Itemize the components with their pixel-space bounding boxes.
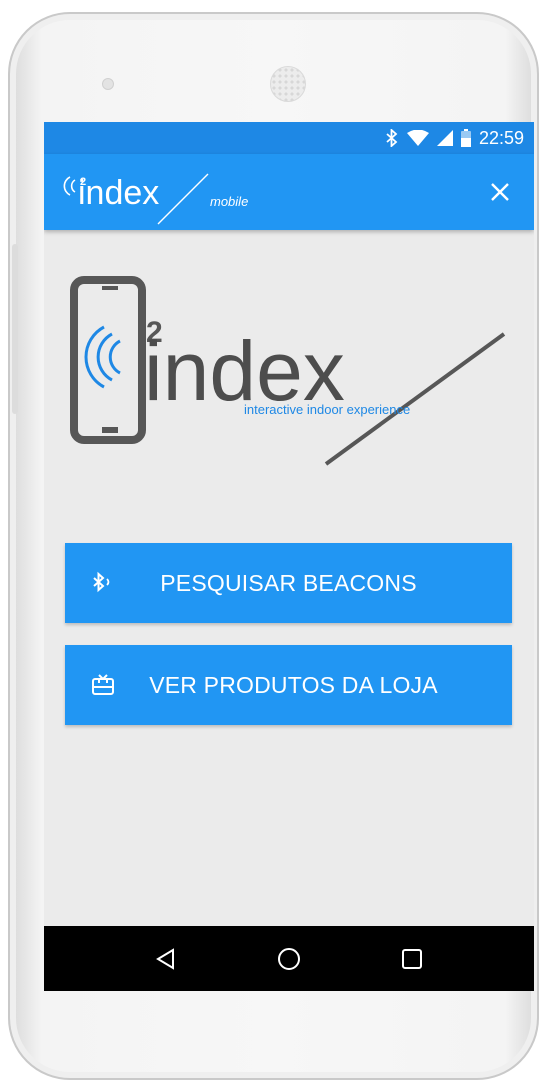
app-logo: 2 index mobile (58, 162, 288, 231)
nav-back-button[interactable] (146, 939, 186, 979)
bluetooth-searching-icon (91, 571, 115, 595)
search-beacons-button[interactable]: PESQUISAR BEACONS (65, 543, 512, 623)
nav-recents-button[interactable] (392, 939, 432, 979)
system-nav-bar (44, 926, 534, 991)
back-icon (155, 947, 174, 970)
close-button[interactable] (484, 176, 516, 208)
gift-card-icon (91, 673, 115, 697)
screen: 22:59 2 index mobile 2 index interactive… (44, 122, 534, 991)
wifi-icon (406, 130, 429, 146)
view-store-products-button[interactable]: VER PRODUTOS DA LOJA (65, 645, 512, 725)
status-time: 22:59 (478, 127, 524, 148)
front-camera (102, 78, 114, 90)
index-logo: 2 index interactive indoor experience (64, 272, 514, 477)
volume-button (12, 244, 18, 414)
close-icon (491, 183, 509, 201)
app-logo-text: index (78, 174, 159, 212)
home-icon (277, 947, 300, 970)
status-bar: 22:59 (44, 122, 534, 154)
earpiece-speaker (270, 66, 306, 102)
battery-icon (460, 129, 471, 147)
view-store-products-label: VER PRODUTOS DA LOJA (149, 671, 438, 698)
search-beacons-label: PESQUISAR BEACONS (160, 569, 417, 596)
app-bar: 2 index mobile (44, 154, 534, 230)
app-logo-sub: mobile (210, 194, 248, 209)
logo-tagline: interactive indoor experience (244, 402, 410, 417)
bluetooth-icon (385, 129, 399, 147)
signal-icon (436, 130, 453, 146)
phone-frame: 22:59 2 index mobile 2 index interactive… (8, 12, 539, 1080)
recents-icon (402, 948, 423, 969)
nav-home-button[interactable] (269, 939, 309, 979)
